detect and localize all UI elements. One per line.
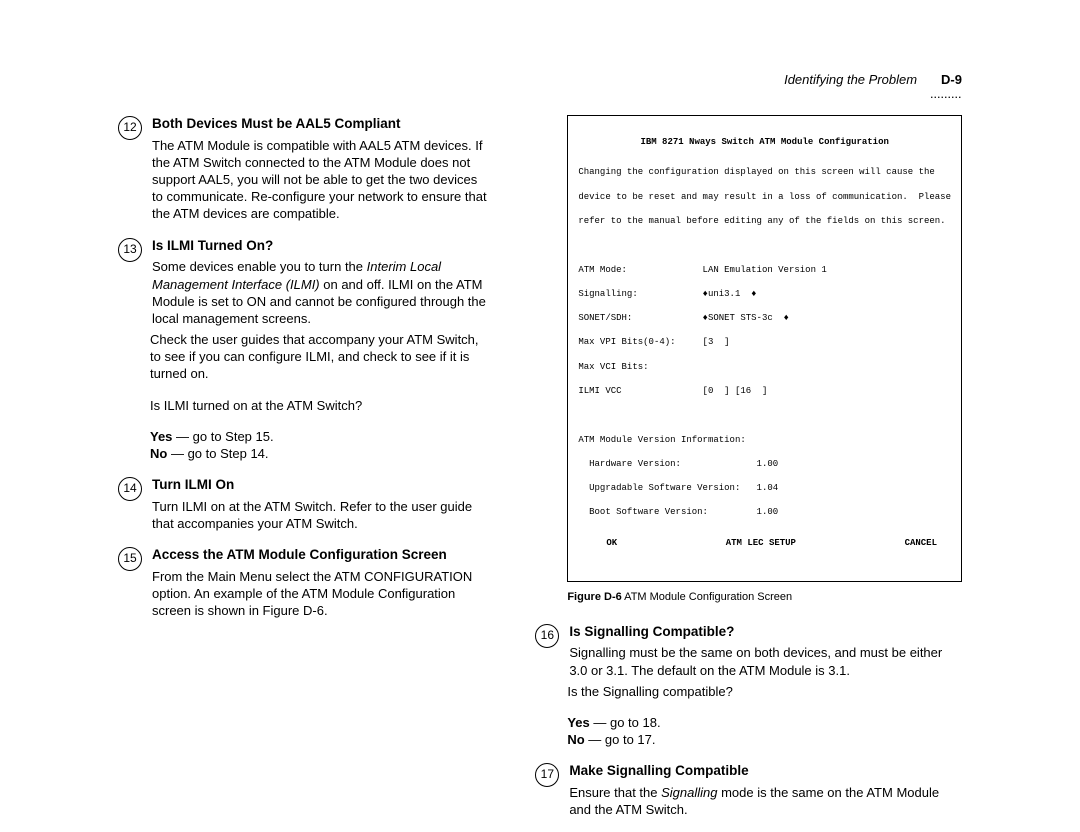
step-13-text: Some devices enable you to turn the Inte… — [152, 258, 491, 327]
step-14-text: Turn ILMI on at the ATM Switch. Refer to… — [152, 498, 491, 532]
step-13-continued: Check the user guides that accompany you… — [150, 331, 491, 462]
figure-caption: Figure D-6 ATM Module Configuration Scre… — [567, 590, 962, 605]
step-number-17: 17 — [535, 762, 559, 818]
page-number-text: D-9 — [941, 72, 962, 87]
step-number-16: 16 — [535, 623, 559, 679]
step-16: 16 Is Signalling Compatible? Signalling … — [535, 623, 962, 679]
figure-config-screen: IBM 8271 Nways Switch ATM Module Configu… — [567, 115, 962, 582]
step-17-title: Make Signalling Compatible — [569, 762, 962, 780]
left-column: 12 Both Devices Must be AAL5 Compliant T… — [118, 115, 491, 832]
step-13: 13 Is ILMI Turned On? Some devices enabl… — [118, 237, 491, 327]
page-header: Identifying the Problem D-9 ......... — [118, 72, 962, 87]
step-15-title: Access the ATM Module Configuration Scre… — [152, 546, 491, 564]
figure-setup: ATM LEC SETUP — [726, 537, 796, 549]
header-page-number: D-9 ......... — [941, 72, 962, 87]
figure-ok: OK — [606, 537, 617, 549]
figure-cancel: CANCEL — [905, 537, 937, 549]
page: Identifying the Problem D-9 ......... 12… — [0, 0, 1080, 763]
step-12-text: The ATM Module is compatible with AAL5 A… — [152, 137, 491, 223]
step-number-13: 13 — [118, 237, 142, 327]
step-16-continued: Is the Signalling compatible? Yes — go t… — [567, 683, 962, 748]
step-number-15: 15 — [118, 546, 142, 619]
step-17-text: Ensure that the Signalling mode is the s… — [569, 784, 962, 818]
step-14-title: Turn ILMI On — [152, 476, 491, 494]
step-17: 17 Make Signalling Compatible Ensure tha… — [535, 762, 962, 818]
step-13-title: Is ILMI Turned On? — [152, 237, 491, 255]
step-15: 15 Access the ATM Module Configuration S… — [118, 546, 491, 619]
figure-title: IBM 8271 Nways Switch ATM Module Configu… — [578, 136, 951, 148]
step-number-14: 14 — [118, 476, 142, 532]
step-16-title: Is Signalling Compatible? — [569, 623, 962, 641]
step-number-12: 12 — [118, 115, 142, 223]
step-12: 12 Both Devices Must be AAL5 Compliant T… — [118, 115, 491, 223]
step-12-title: Both Devices Must be AAL5 Compliant — [152, 115, 491, 133]
step-14: 14 Turn ILMI On Turn ILMI on at the ATM … — [118, 476, 491, 532]
header-dots: ......... — [930, 90, 962, 100]
step-15-text: From the Main Menu select the ATM CONFIG… — [152, 568, 491, 619]
header-section-title: Identifying the Problem — [784, 72, 917, 87]
content-columns: 12 Both Devices Must be AAL5 Compliant T… — [118, 115, 962, 832]
step-16-text: Signalling must be the same on both devi… — [569, 644, 962, 678]
right-column: IBM 8271 Nways Switch ATM Module Configu… — [535, 115, 962, 832]
